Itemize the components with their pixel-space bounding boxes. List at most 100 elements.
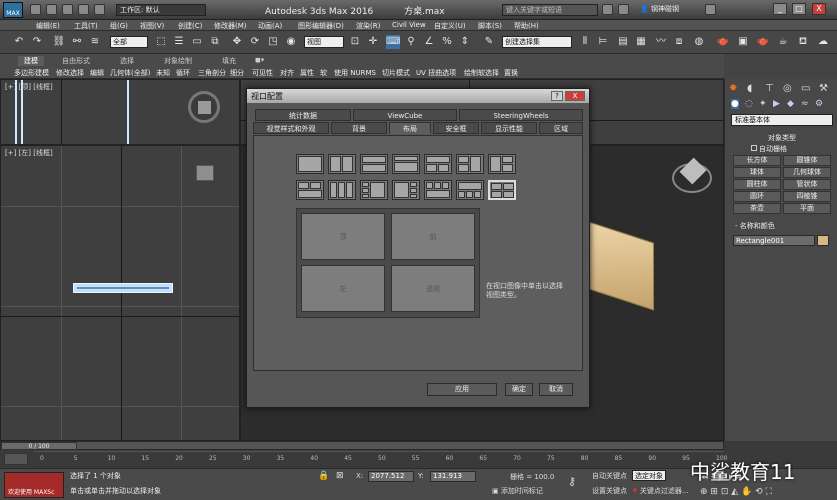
search-input[interactable]: 键入关键字或短语	[502, 4, 598, 16]
spinner-snap-icon[interactable]: ⇕	[458, 35, 472, 49]
maximize-button[interactable]: □	[792, 3, 806, 15]
display-tab-icon[interactable]: ▭	[801, 83, 810, 94]
cone-button[interactable]: 圆锥体	[783, 155, 831, 166]
save-file-icon[interactable]	[62, 4, 73, 15]
link-icon[interactable]: ⛓	[52, 35, 66, 49]
ribbon-tab-modeling[interactable]: 建模	[18, 56, 44, 66]
object-name-input[interactable]: Rectangle001	[733, 235, 815, 246]
ribbon-slice-mode[interactable]: 切片模式	[382, 68, 410, 78]
menu-create[interactable]: 创建(C)	[178, 21, 202, 31]
tab-visual-style[interactable]: 视觉样式和外观	[253, 122, 329, 134]
ribbon-tab-object-paint[interactable]: 对象绘制	[164, 56, 192, 66]
maximize-viewport-icon[interactable]: ⛶	[766, 487, 772, 497]
keyboard-shortcut-icon[interactable]: ⌨	[386, 35, 400, 49]
schematic-view-icon[interactable]: ⧈	[672, 35, 686, 49]
dialog-close-button[interactable]: X	[565, 91, 585, 101]
user-account[interactable]: 👤 钢神碰钢	[640, 4, 679, 14]
rectangular-selection-icon[interactable]: ▭	[190, 35, 204, 49]
preview-viewport-front[interactable]: 前	[391, 213, 475, 260]
workspace-dropdown[interactable]: 工作区: 默认	[116, 4, 206, 16]
lock-selection-icon[interactable]: 🔒	[318, 471, 329, 481]
menu-tools[interactable]: 工具(T)	[74, 21, 98, 31]
pivot-center-icon[interactable]: ⊡	[348, 35, 362, 49]
shapes-icon[interactable]: ◌	[745, 99, 753, 109]
material-editor-icon[interactable]: ◍	[692, 35, 706, 49]
render-setup-icon[interactable]: 🫖	[716, 35, 730, 49]
y-coord-input[interactable]: 131.913	[430, 471, 476, 482]
layout-option-3-b[interactable]	[456, 154, 484, 174]
percent-snap-icon[interactable]: %	[440, 35, 454, 49]
hierarchy-tab-icon[interactable]: ⊤	[765, 83, 774, 94]
select-move-icon[interactable]: ✥	[230, 35, 244, 49]
layout-option-2h-b[interactable]	[392, 154, 420, 174]
viewport-left[interactable]: [+] [左] [线框]	[0, 145, 240, 441]
absolute-mode-icon[interactable]: ⊠	[336, 471, 344, 481]
rendered-frame-window-icon[interactable]: ▣	[736, 35, 750, 49]
window-crossing-icon[interactable]: ⧉	[208, 35, 222, 49]
minimize-button[interactable]: _	[773, 3, 787, 15]
apply-button[interactable]: 应用	[427, 383, 497, 396]
set-key-button[interactable]: 设置关键点	[592, 486, 627, 496]
ribbon-tab-selection[interactable]: 选择	[120, 56, 134, 66]
geometry-icon[interactable]: ●	[731, 99, 739, 109]
layout-option-2v[interactable]	[328, 154, 356, 174]
helpers-icon[interactable]: ◆	[787, 99, 794, 109]
info-center-icon[interactable]	[618, 4, 629, 15]
ribbon-subdivision[interactable]: 细分	[230, 68, 244, 78]
zoom-icon[interactable]: ⊕	[700, 487, 708, 497]
close-button[interactable]: X	[812, 3, 826, 15]
a360-render-icon[interactable]: ☁	[816, 35, 830, 49]
auto-key-button[interactable]: 自动关键点	[592, 471, 627, 481]
tab-viewcube[interactable]: ViewCube	[353, 109, 457, 121]
menu-customize[interactable]: 自定义(U)	[434, 21, 466, 31]
preview-viewport-left[interactable]: 左	[301, 265, 385, 312]
angle-snap-icon[interactable]: ∠	[422, 35, 436, 49]
tab-steeringwheels[interactable]: SteeringWheels	[459, 109, 583, 121]
layout-option-4-c[interactable]	[424, 180, 452, 200]
tube-button[interactable]: 管状体	[783, 179, 831, 190]
ribbon-tab-populate[interactable]: 填充	[222, 56, 236, 66]
select-rotate-icon[interactable]: ⟳	[248, 35, 262, 49]
menu-modifiers[interactable]: 修改器(M)	[214, 21, 247, 31]
tab-safe-frames[interactable]: 安全框	[433, 122, 479, 134]
layout-option-4-quad[interactable]	[488, 180, 516, 200]
render-iterative-icon[interactable]: ☕	[776, 35, 790, 49]
reference-coordinate-dropdown[interactable]: 视图	[304, 36, 344, 48]
menu-edit[interactable]: 编辑(E)	[36, 21, 60, 31]
tab-layout[interactable]: 布局	[389, 122, 431, 134]
curve-editor-icon[interactable]: 〰	[654, 35, 668, 49]
render-activeshade-icon[interactable]: ⛾	[796, 35, 810, 49]
toggle-ribbon-icon[interactable]: ▦	[634, 35, 648, 49]
preview-viewport-top[interactable]: 顶	[301, 213, 385, 260]
edit-named-selection-icon[interactable]: ✎	[482, 35, 496, 49]
ribbon-triangulation[interactable]: 三角剖分	[198, 68, 226, 78]
key-filters-button[interactable]: ⯁ 关键点过滤器...	[632, 486, 689, 496]
geosphere-button[interactable]: 几何球体	[783, 167, 831, 178]
add-time-tag[interactable]: ▣ 添加时间标记	[492, 486, 543, 496]
lights-icon[interactable]: ✦	[759, 99, 767, 109]
pyramid-button[interactable]: 四棱锥	[783, 191, 831, 202]
zoom-all-icon[interactable]: ⊞	[710, 487, 718, 497]
named-selection-set-dropdown[interactable]: 创建选择集	[502, 36, 572, 48]
box-button[interactable]: 长方体	[733, 155, 781, 166]
viewcube-top[interactable]	[188, 91, 220, 123]
ribbon-uv-warp[interactable]: UV 扭曲选项	[416, 68, 456, 78]
mini-curve-editor-icon[interactable]	[4, 453, 28, 465]
ribbon-align[interactable]: 对齐	[280, 68, 294, 78]
motion-tab-icon[interactable]: ◎	[783, 83, 792, 94]
tab-background[interactable]: 背景	[331, 122, 387, 134]
time-slider-handle[interactable]: 0 / 100	[1, 442, 77, 450]
layout-option-2h[interactable]	[360, 154, 388, 174]
tab-display-performance[interactable]: 显示性能	[481, 122, 537, 134]
ok-button[interactable]: 确定	[505, 383, 533, 396]
align-icon[interactable]: ⊨	[596, 35, 610, 49]
help-icon[interactable]	[705, 4, 716, 15]
menu-rendering[interactable]: 渲染(R)	[356, 21, 380, 31]
menu-help[interactable]: 帮助(H)	[514, 21, 539, 31]
viewport-left-label[interactable]: [+] [左] [线框]	[5, 148, 53, 158]
ribbon-polygon-modeling[interactable]: 多边形建模	[14, 68, 49, 78]
pan-icon[interactable]: ✋	[741, 487, 752, 497]
select-scale-icon[interactable]: ◳	[266, 35, 280, 49]
preview-viewport-perspective[interactable]: 透视	[391, 265, 475, 312]
ribbon-paint-soft-selection[interactable]: 绘制软选择	[464, 68, 499, 78]
